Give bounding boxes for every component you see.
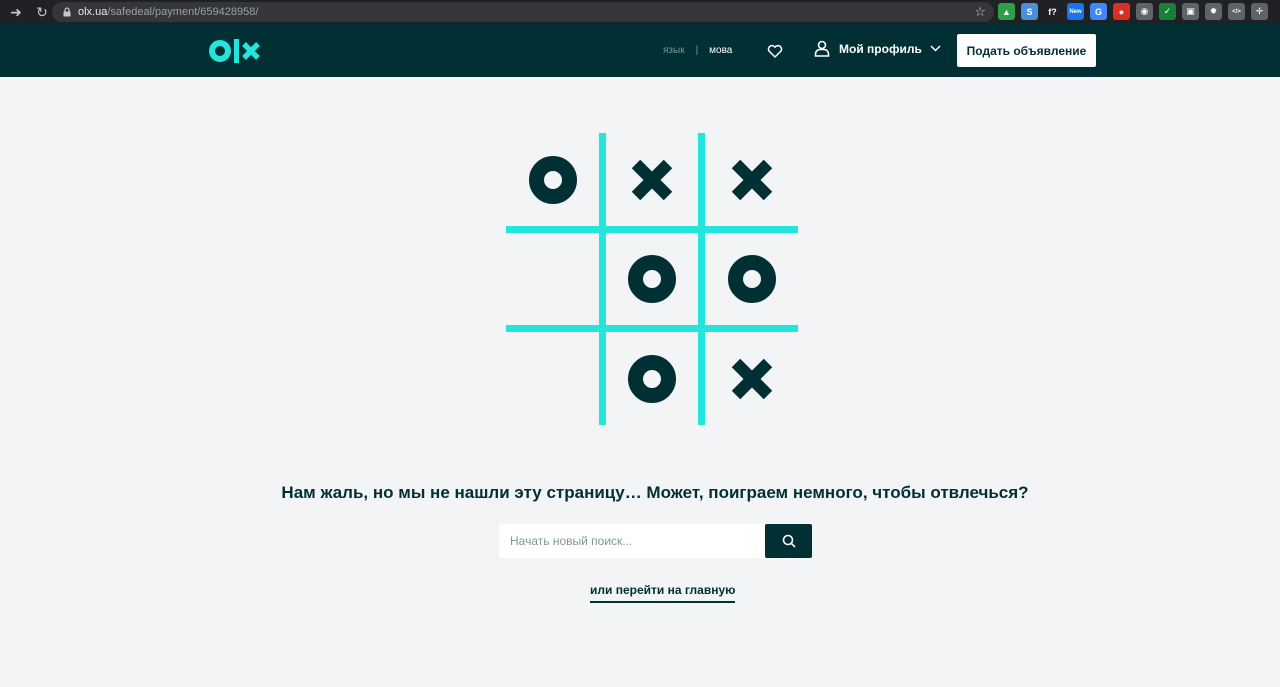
url-path: /safedeal/payment/659428958/ [107,6,259,18]
window-ext-icon[interactable]: ▣ [1182,3,1199,20]
tic-tac-toe-board[interactable] [506,133,798,425]
chevron-down-icon [930,45,941,52]
gear-ext-icon[interactable]: ✹ [1205,3,1222,20]
not-found-message: Нам жаль, но мы не нашли эту страницу… М… [281,483,1029,502]
reload-icon[interactable]: ↻ [32,2,52,22]
grid-line-h1 [506,226,798,233]
extensions-bar: ▲ Sf? New G ● ◉ ✓ ▣ ✹ </> ✛ [998,3,1268,20]
drive-ext-icon[interactable]: ▲ [998,3,1015,20]
new-ext-icon[interactable]: New [1067,3,1084,20]
cell-0-2[interactable] [707,135,797,225]
profile-label: Мой профиль [839,41,922,56]
font-ext-icon[interactable]: f? [1044,3,1061,20]
home-link[interactable]: или перейти на главную [590,583,736,603]
search-icon [782,534,796,548]
lang-separator: | [695,45,699,56]
heart-icon[interactable] [766,42,784,60]
browser-toolbar: ➜ ↻ olx.ua/safedeal/payment/659428958/ ☆… [0,0,1280,24]
cell-1-1[interactable] [607,234,697,324]
s-ext-icon[interactable]: S [1021,3,1038,20]
cell-2-1[interactable] [607,334,697,424]
translate-ext-icon[interactable]: G [1090,3,1107,20]
user-icon [814,40,830,57]
grid-line-h2 [506,325,798,332]
code-ext-icon[interactable]: </> [1228,3,1245,20]
red-ext-icon[interactable]: ● [1113,3,1130,20]
grid-line-v1 [599,133,606,425]
search-button[interactable] [765,524,812,558]
olx-logo[interactable] [209,38,261,69]
site-header: язык | мова Мой профиль Подать объявлени… [0,24,1280,77]
green-ext-icon[interactable]: ✓ [1159,3,1176,20]
bookmark-star-icon[interactable]: ☆ [974,4,986,20]
forward-icon[interactable]: ➜ [6,2,26,22]
cell-2-2[interactable] [707,334,797,424]
search-input[interactable] [499,524,765,558]
cell-2-0[interactable] [508,334,598,424]
language-switcher: язык | мова [663,45,732,56]
profile-menu[interactable]: Мой профиль [814,40,941,57]
cell-0-1[interactable] [607,135,697,225]
cell-1-2[interactable] [707,234,797,324]
lang-uk-link[interactable]: мова [709,45,732,56]
puzzle-ext-icon[interactable]: ✛ [1251,3,1268,20]
post-ad-button[interactable]: Подать объявление [957,34,1096,67]
cell-0-0[interactable] [508,135,598,225]
lock-icon [63,7,71,17]
address-bar[interactable]: olx.ua/safedeal/payment/659428958/ ☆ [52,2,994,22]
eye-ext-icon[interactable]: ◉ [1136,3,1153,20]
url-host: olx.ua [78,6,108,18]
cell-1-0[interactable] [508,234,598,324]
olx-logo-icon [209,39,260,63]
lang-ru-link[interactable]: язык [663,45,685,56]
grid-line-v2 [698,133,705,425]
